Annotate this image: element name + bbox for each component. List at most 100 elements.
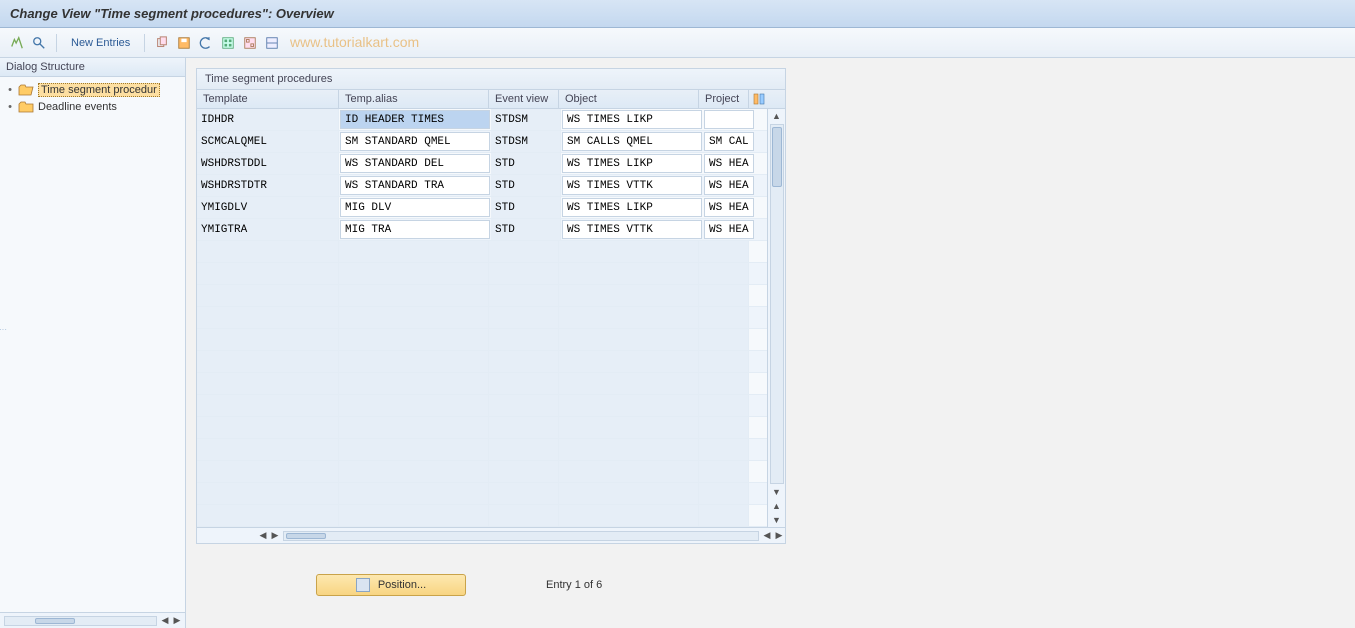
cell-event[interactable] xyxy=(489,285,559,306)
tree-item-deadline-events[interactable]: • Deadline events xyxy=(2,99,183,115)
table-row-empty[interactable] xyxy=(197,351,767,373)
cell-event[interactable] xyxy=(489,417,559,438)
cell-alias[interactable] xyxy=(339,417,489,438)
scroll-thumb[interactable] xyxy=(772,127,782,187)
table-row-empty[interactable] xyxy=(197,307,767,329)
cell-event[interactable] xyxy=(489,483,559,504)
cell-object[interactable] xyxy=(559,285,699,306)
cell-object[interactable] xyxy=(559,263,699,284)
cell-alias[interactable] xyxy=(339,307,489,328)
cell-object[interactable]: WS TIMES LIKP xyxy=(562,154,702,173)
cell-event[interactable] xyxy=(489,329,559,350)
scroll-track[interactable] xyxy=(770,124,784,484)
cell-alias[interactable] xyxy=(339,505,489,526)
cell-event[interactable]: STDSM xyxy=(491,131,561,152)
cell-alias[interactable]: SM STANDARD QMEL xyxy=(340,132,490,151)
copy-icon[interactable] xyxy=(153,34,171,52)
scroll-down-icon[interactable]: ▼ xyxy=(769,485,785,499)
cell-object[interactable] xyxy=(559,329,699,350)
cell-project[interactable]: SM CAL xyxy=(704,132,754,151)
cell-object[interactable] xyxy=(559,307,699,328)
cell-object[interactable] xyxy=(559,483,699,504)
cell-object[interactable] xyxy=(559,373,699,394)
scroll-down-icon[interactable]: ▼ xyxy=(769,513,785,527)
cell-alias[interactable]: MIG TRA xyxy=(340,220,490,239)
cell-template[interactable]: YMIGDLV xyxy=(197,197,339,218)
position-button[interactable]: Position... xyxy=(316,574,466,596)
cell-event[interactable]: STD xyxy=(491,219,561,240)
delimit-icon[interactable] xyxy=(263,34,281,52)
cell-template[interactable] xyxy=(197,285,339,306)
scroll-track[interactable] xyxy=(4,616,157,626)
cell-project[interactable] xyxy=(699,285,749,306)
cell-template[interactable] xyxy=(197,395,339,416)
cell-object[interactable] xyxy=(559,505,699,526)
scroll-track[interactable] xyxy=(283,531,759,541)
table-row-empty[interactable] xyxy=(197,329,767,351)
scroll-right-icon[interactable]: ▶ xyxy=(269,530,281,542)
table-row[interactable]: SCMCALQMELSM STANDARD QMELSTDSMSM CALLS … xyxy=(197,131,767,153)
cell-alias[interactable] xyxy=(339,395,489,416)
cell-event[interactable] xyxy=(489,307,559,328)
table-row-empty[interactable] xyxy=(197,461,767,483)
cell-project[interactable] xyxy=(699,483,749,504)
cell-alias[interactable]: ID HEADER TIMES xyxy=(340,110,490,129)
cell-template[interactable] xyxy=(197,329,339,350)
cell-project[interactable] xyxy=(699,263,749,284)
table-row-empty[interactable] xyxy=(197,373,767,395)
cell-alias[interactable]: WS STANDARD TRA xyxy=(340,176,490,195)
cell-alias[interactable] xyxy=(339,285,489,306)
cell-event[interactable]: STD xyxy=(491,153,561,174)
toggle-display-icon[interactable] xyxy=(8,34,26,52)
cell-event[interactable] xyxy=(489,263,559,284)
cell-template[interactable] xyxy=(197,483,339,504)
cell-event[interactable] xyxy=(489,395,559,416)
col-header-object[interactable]: Object xyxy=(559,90,699,108)
col-header-alias[interactable]: Temp.alias xyxy=(339,90,489,108)
splitter-handle[interactable]: ··· xyxy=(0,315,6,345)
scroll-up-icon[interactable]: ▲ xyxy=(769,109,785,123)
select-all-icon[interactable] xyxy=(219,34,237,52)
left-hscrollbar[interactable]: ◀ ▶ xyxy=(0,612,185,628)
col-header-project[interactable]: Project xyxy=(699,90,749,108)
cell-alias[interactable] xyxy=(339,461,489,482)
cell-project[interactable] xyxy=(699,417,749,438)
cell-template[interactable] xyxy=(197,417,339,438)
cell-object[interactable] xyxy=(559,241,699,262)
table-row[interactable]: IDHDRID HEADER TIMESSTDSMWS TIMES LIKP xyxy=(197,109,767,131)
cell-object[interactable]: WS TIMES VTTK xyxy=(562,176,702,195)
cell-project[interactable] xyxy=(699,329,749,350)
cell-template[interactable] xyxy=(197,505,339,526)
cell-template[interactable]: IDHDR xyxy=(197,109,339,130)
table-row-empty[interactable] xyxy=(197,263,767,285)
cell-alias[interactable] xyxy=(339,483,489,504)
scroll-thumb[interactable] xyxy=(286,533,326,539)
cell-alias[interactable] xyxy=(339,373,489,394)
cell-template[interactable]: WSHDRSTDTR xyxy=(197,175,339,196)
cell-alias[interactable] xyxy=(339,439,489,460)
cell-event[interactable]: STD xyxy=(491,175,561,196)
table-row-empty[interactable] xyxy=(197,483,767,505)
cell-event[interactable]: STD xyxy=(491,197,561,218)
cell-template[interactable]: YMIGTRA xyxy=(197,219,339,240)
cell-template[interactable] xyxy=(197,439,339,460)
undo-icon[interactable] xyxy=(197,34,215,52)
cell-template[interactable] xyxy=(197,263,339,284)
cell-template[interactable] xyxy=(197,241,339,262)
cell-event[interactable] xyxy=(489,439,559,460)
cell-alias[interactable] xyxy=(339,329,489,350)
scroll-right-icon[interactable]: ▶ xyxy=(171,615,183,627)
scroll-thumb[interactable] xyxy=(35,618,75,624)
cell-event[interactable] xyxy=(489,351,559,372)
cell-alias[interactable] xyxy=(339,241,489,262)
cell-template[interactable] xyxy=(197,307,339,328)
cell-project[interactable] xyxy=(699,395,749,416)
grid-vscrollbar[interactable]: ▲ ▼ ▲ ▼ xyxy=(767,109,785,527)
col-header-event[interactable]: Event view xyxy=(489,90,559,108)
cell-event[interactable] xyxy=(489,241,559,262)
table-row-empty[interactable] xyxy=(197,439,767,461)
scroll-left-icon[interactable]: ◀ xyxy=(761,530,773,542)
cell-event[interactable] xyxy=(489,505,559,526)
find-icon[interactable] xyxy=(30,34,48,52)
cell-project[interactable] xyxy=(699,461,749,482)
